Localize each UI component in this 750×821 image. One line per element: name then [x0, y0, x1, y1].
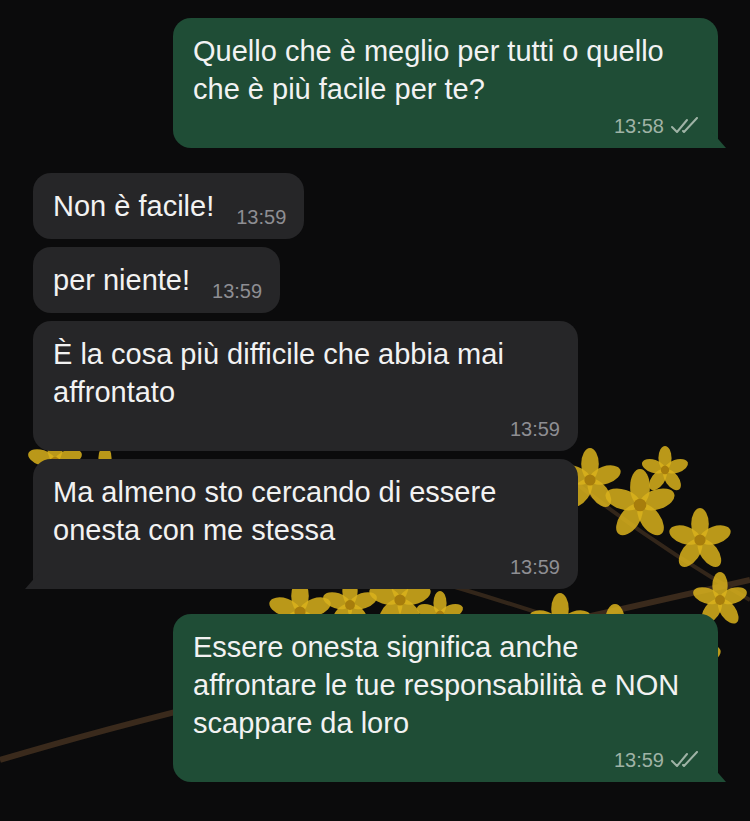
bubble-tail — [712, 766, 726, 782]
message-text: per niente! — [53, 261, 190, 303]
message-time: 13:58 — [614, 114, 664, 138]
message-time: 13:59 — [212, 279, 262, 303]
message-text: È la cosa più difficile che abbia mai af… — [53, 335, 560, 415]
message-text: Ma almeno sto cercando di essere onesta … — [53, 473, 560, 553]
message-time: 13:59 — [614, 748, 664, 772]
message-text: Quello che è meglio per tutti o quello c… — [193, 32, 700, 112]
message-time: 13:59 — [510, 555, 560, 579]
bubble-tail — [25, 573, 39, 589]
received-message[interactable]: È la cosa più difficile che abbia mai af… — [33, 321, 578, 451]
message-list: Quello che è meglio per tutti o quello c… — [0, 0, 750, 782]
message-text: Non è facile! — [53, 187, 214, 229]
received-message[interactable]: Ma almeno sto cercando di essere onesta … — [33, 459, 578, 589]
received-message[interactable]: Non è facile! 13:59 — [33, 173, 304, 239]
message-meta: 13:59 — [614, 748, 700, 772]
message-meta: 13:59 — [212, 279, 262, 303]
message-meta: 13:58 — [614, 114, 700, 138]
double-check-icon — [670, 751, 700, 769]
sent-message[interactable]: Essere onesta significa anche affrontare… — [173, 614, 718, 782]
message-meta: 13:59 — [510, 417, 560, 441]
chat-screen: Quello che è meglio per tutti o quello c… — [0, 0, 750, 821]
double-check-icon — [670, 117, 700, 135]
message-text: Essere onesta significa anche affrontare… — [193, 628, 700, 746]
bubble-tail — [712, 132, 726, 148]
message-meta: 13:59 — [236, 205, 286, 229]
message-time: 13:59 — [236, 205, 286, 229]
message-meta: 13:59 — [510, 555, 560, 579]
sent-message[interactable]: Quello che è meglio per tutti o quello c… — [173, 18, 718, 148]
message-time: 13:59 — [510, 417, 560, 441]
received-message[interactable]: per niente! 13:59 — [33, 247, 280, 313]
